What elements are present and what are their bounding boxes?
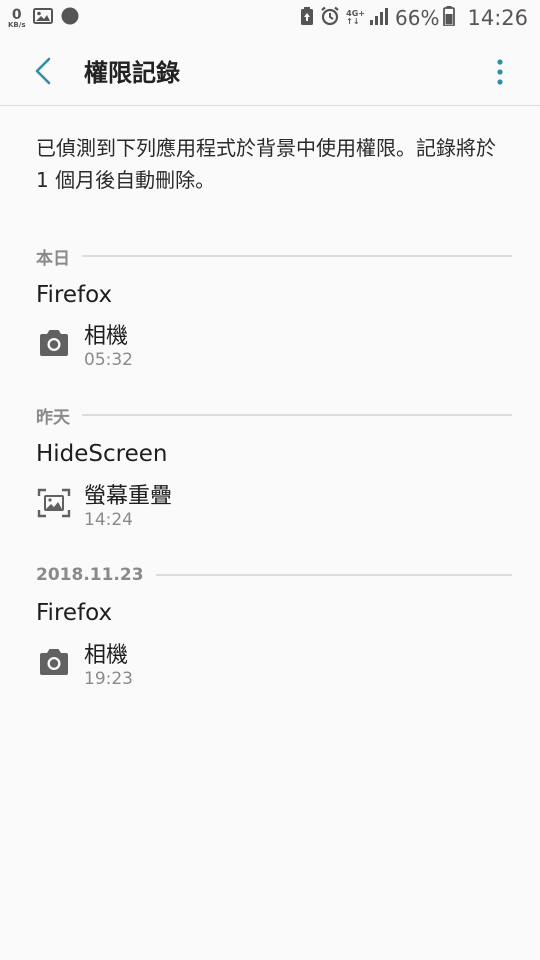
app-name: Firefox — [36, 600, 113, 626]
section-header-label: 本日 — [36, 248, 70, 269]
status-bar: 0 KB/s 4G+ ↑↓ 66% 14:26 — [0, 0, 540, 36]
signal-icon — [369, 7, 389, 30]
section-header-today: 本日 — [36, 246, 512, 269]
battery-icon — [443, 5, 456, 31]
permission-time: 14:24 — [84, 510, 133, 530]
permission-entry[interactable]: 相機 19:23 — [36, 637, 496, 693]
dot-notification-icon — [61, 7, 79, 30]
section-header-label: 昨天 — [36, 407, 70, 428]
status-right: 4G+ ↑↓ 66% 14:26 — [300, 5, 528, 31]
back-button[interactable] — [27, 55, 59, 87]
permission-entry[interactable]: 相機 05:32 — [36, 318, 496, 374]
network-type: 4G+ ↑↓ — [346, 10, 365, 26]
permission-name: 螢幕重疊 — [84, 484, 173, 509]
battery-percent: 66% — [395, 6, 440, 30]
network-speed-value: 0 — [11, 6, 22, 23]
page-title: 權限記錄 — [84, 59, 180, 87]
data-arrows-icon: ↑↓ — [346, 17, 360, 26]
section-divider — [82, 414, 512, 416]
status-left: 0 KB/s — [8, 7, 87, 30]
app-name: HideScreen — [36, 441, 168, 467]
permission-name: 相機 — [84, 324, 129, 349]
camera-icon — [36, 326, 72, 360]
battery-saver-icon — [300, 6, 314, 30]
network-speed: 0 KB/s — [8, 8, 25, 29]
back-arrow-icon — [35, 57, 51, 84]
camera-icon — [36, 645, 72, 679]
app-name: Firefox — [36, 282, 113, 308]
alarm-icon — [320, 6, 340, 31]
network-speed-unit: KB/s — [8, 20, 26, 29]
section-header-date: 2018.11.23 — [36, 565, 512, 585]
app-bar: 權限記錄 — [0, 36, 540, 106]
permission-name: 相機 — [84, 643, 129, 668]
section-header-label: 2018.11.23 — [36, 565, 144, 585]
section-header-yesterday: 昨天 — [36, 405, 512, 428]
image-notification-icon — [33, 7, 54, 29]
permission-time: 19:23 — [84, 669, 133, 689]
section-divider — [155, 574, 512, 576]
more-vert-icon — [497, 59, 503, 85]
permission-entry[interactable]: 螢幕重疊 14:24 — [36, 478, 496, 534]
description-text: 已偵測到下列應用程式於背景中使用權限。記錄將於 1 個月後自動刪除。 — [36, 136, 496, 192]
permission-time: 05:32 — [84, 350, 133, 370]
more-options-button[interactable] — [494, 58, 506, 86]
screen-overlay-icon — [36, 486, 72, 520]
status-clock: 14:26 — [467, 6, 528, 30]
section-divider — [82, 255, 512, 257]
